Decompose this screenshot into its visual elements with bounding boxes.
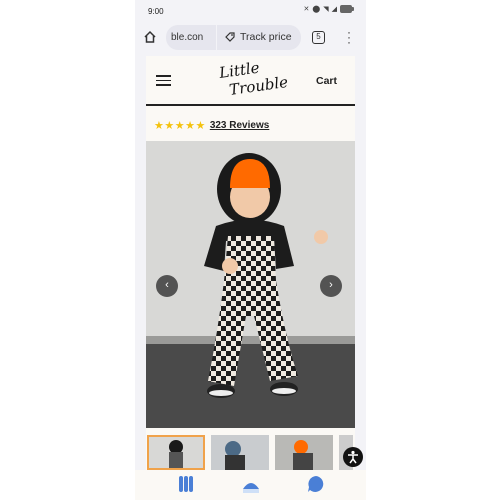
more-menu-icon[interactable]: · · · [347, 26, 351, 48]
menu-icon[interactable] [156, 75, 171, 86]
status-bar: 9:00 ✕ ⬤ ◥ ◢ [135, 0, 366, 22]
tab-switcher-button[interactable]: 5 [312, 31, 325, 44]
shark-icon[interactable] [241, 475, 261, 495]
product-image[interactable]: ‹ › [146, 141, 355, 428]
catalog-icon[interactable] [178, 475, 194, 493]
home-icon[interactable] [143, 30, 157, 44]
accessibility-icon [348, 450, 358, 464]
thumbnail-image [275, 435, 333, 470]
location-icon: ⬤ [312, 6, 321, 13]
url-field[interactable]: ble.con [166, 25, 216, 50]
phone-screen: 9:00 ✕ ⬤ ◥ ◢ ble.con Track price 5 ··· [135, 0, 366, 500]
site-header: Little Trouble Cart [146, 56, 355, 106]
url-text: ble.con [171, 32, 204, 43]
track-price-label: Track price [240, 31, 292, 43]
bottom-nav-bar [135, 470, 366, 500]
thumbnail-3[interactable] [275, 435, 333, 470]
reviews-link[interactable]: 323 Reviews [210, 120, 270, 131]
thumbnail-1[interactable] [147, 435, 205, 470]
web-page: Little Trouble Cart ★★★★★ 323 Reviews ‹ … [146, 56, 355, 470]
gallery-next-button[interactable]: › [320, 275, 342, 297]
thumbnail-2[interactable] [211, 435, 269, 470]
thumbnail-image [149, 437, 203, 468]
track-price-button[interactable]: Track price [217, 25, 301, 50]
accessibility-button[interactable] [343, 447, 363, 467]
tab-count: 5 [316, 32, 321, 41]
cart-link[interactable]: Cart [316, 75, 337, 87]
battery-icon [340, 5, 354, 13]
gallery-prev-button[interactable]: ‹ [156, 275, 178, 297]
chat-icon[interactable] [307, 475, 325, 493]
status-icons: ✕ ⬤ ◥ ◢ [303, 5, 354, 13]
mute-icon: ✕ [303, 6, 310, 13]
site-logo[interactable]: Little Trouble [214, 62, 289, 100]
rating-stars: ★★★★★ [154, 119, 206, 132]
wifi-icon: ◥ [323, 6, 329, 13]
thumbnail-strip [146, 435, 355, 470]
thumbnail-image [211, 435, 269, 470]
status-time: 9:00 [148, 7, 164, 16]
product-rating: ★★★★★ 323 Reviews [154, 118, 269, 132]
price-tag-icon [225, 32, 235, 43]
browser-toolbar: ble.con Track price 5 · · · [135, 22, 366, 54]
signal-icon: ◢ [331, 6, 337, 13]
